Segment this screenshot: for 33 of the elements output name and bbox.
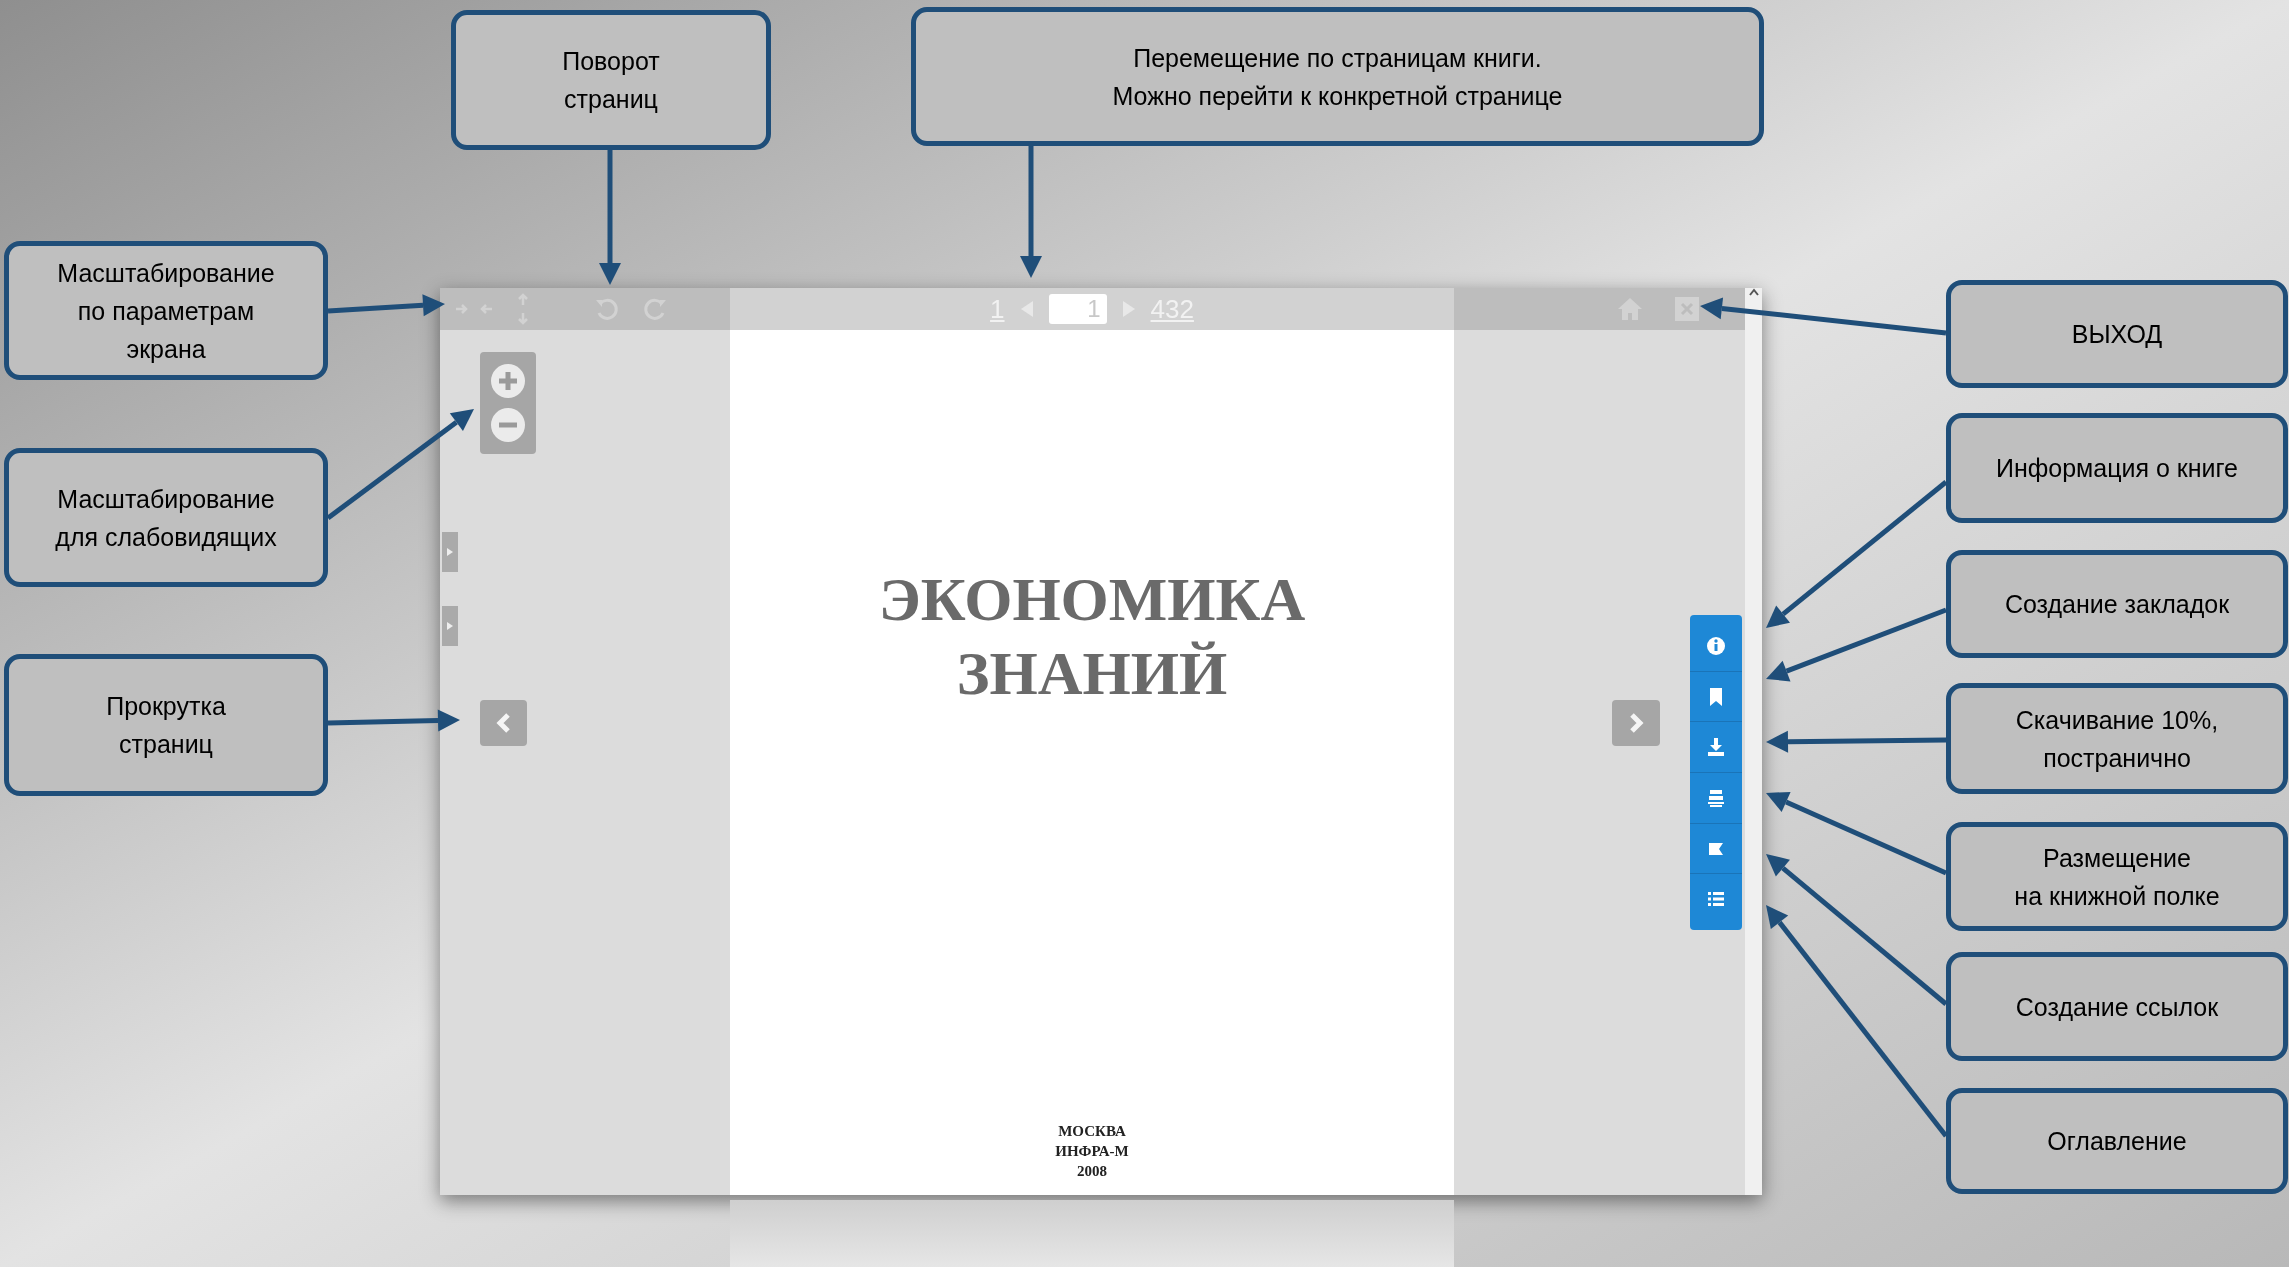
panel-tab[interactable] xyxy=(442,606,458,646)
imprint-text: 2008 xyxy=(1077,1162,1107,1181)
info-icon xyxy=(1706,635,1726,656)
chevron-right-icon xyxy=(1628,712,1644,734)
callout: Скачивание 10%, постранично xyxy=(1946,683,2288,794)
zoom-out-icon[interactable] xyxy=(490,407,526,443)
chevron-left-icon xyxy=(495,712,512,734)
imprint-text: МОСКВА xyxy=(1058,1122,1126,1141)
zoom-in-icon[interactable] xyxy=(490,363,526,399)
scroll-up-icon xyxy=(1748,288,1759,296)
callout: Создание ссылок xyxy=(1946,952,2288,1061)
next-page-button[interactable] xyxy=(1612,700,1660,746)
callout: Информация о книге xyxy=(1946,413,2288,523)
callout: Создание закладок xyxy=(1946,550,2288,658)
callout: ВЫХОД xyxy=(1946,280,2288,388)
callout: Размещение на книжной полке xyxy=(1946,822,2288,931)
callout: Оглавление xyxy=(1946,1088,2288,1194)
scrollbar[interactable] xyxy=(1745,288,1762,1195)
stack-icon xyxy=(1706,787,1726,808)
caret-icon xyxy=(447,622,453,630)
callout: Масштабирование по параметрам экрана xyxy=(4,241,328,380)
book-title: ЗНАНИЙ xyxy=(956,638,1228,709)
close-icon[interactable] xyxy=(1675,297,1699,321)
caret-icon xyxy=(447,548,453,556)
callout: Масштабирование для слабовидящих xyxy=(4,448,328,587)
imprint-text: ИНФРА-М xyxy=(1055,1142,1129,1161)
callout: Прокрутка страниц xyxy=(4,654,328,796)
callout: Поворот страниц xyxy=(451,10,771,150)
panel-tab[interactable] xyxy=(442,532,458,572)
callout: Перемещение по страницам книги. Можно перейти к конкретной странице xyxy=(911,7,1764,146)
download-icon xyxy=(1706,737,1726,758)
book-title: ЭКОНОМИКА xyxy=(878,564,1306,635)
previous-page-button[interactable] xyxy=(480,700,527,746)
